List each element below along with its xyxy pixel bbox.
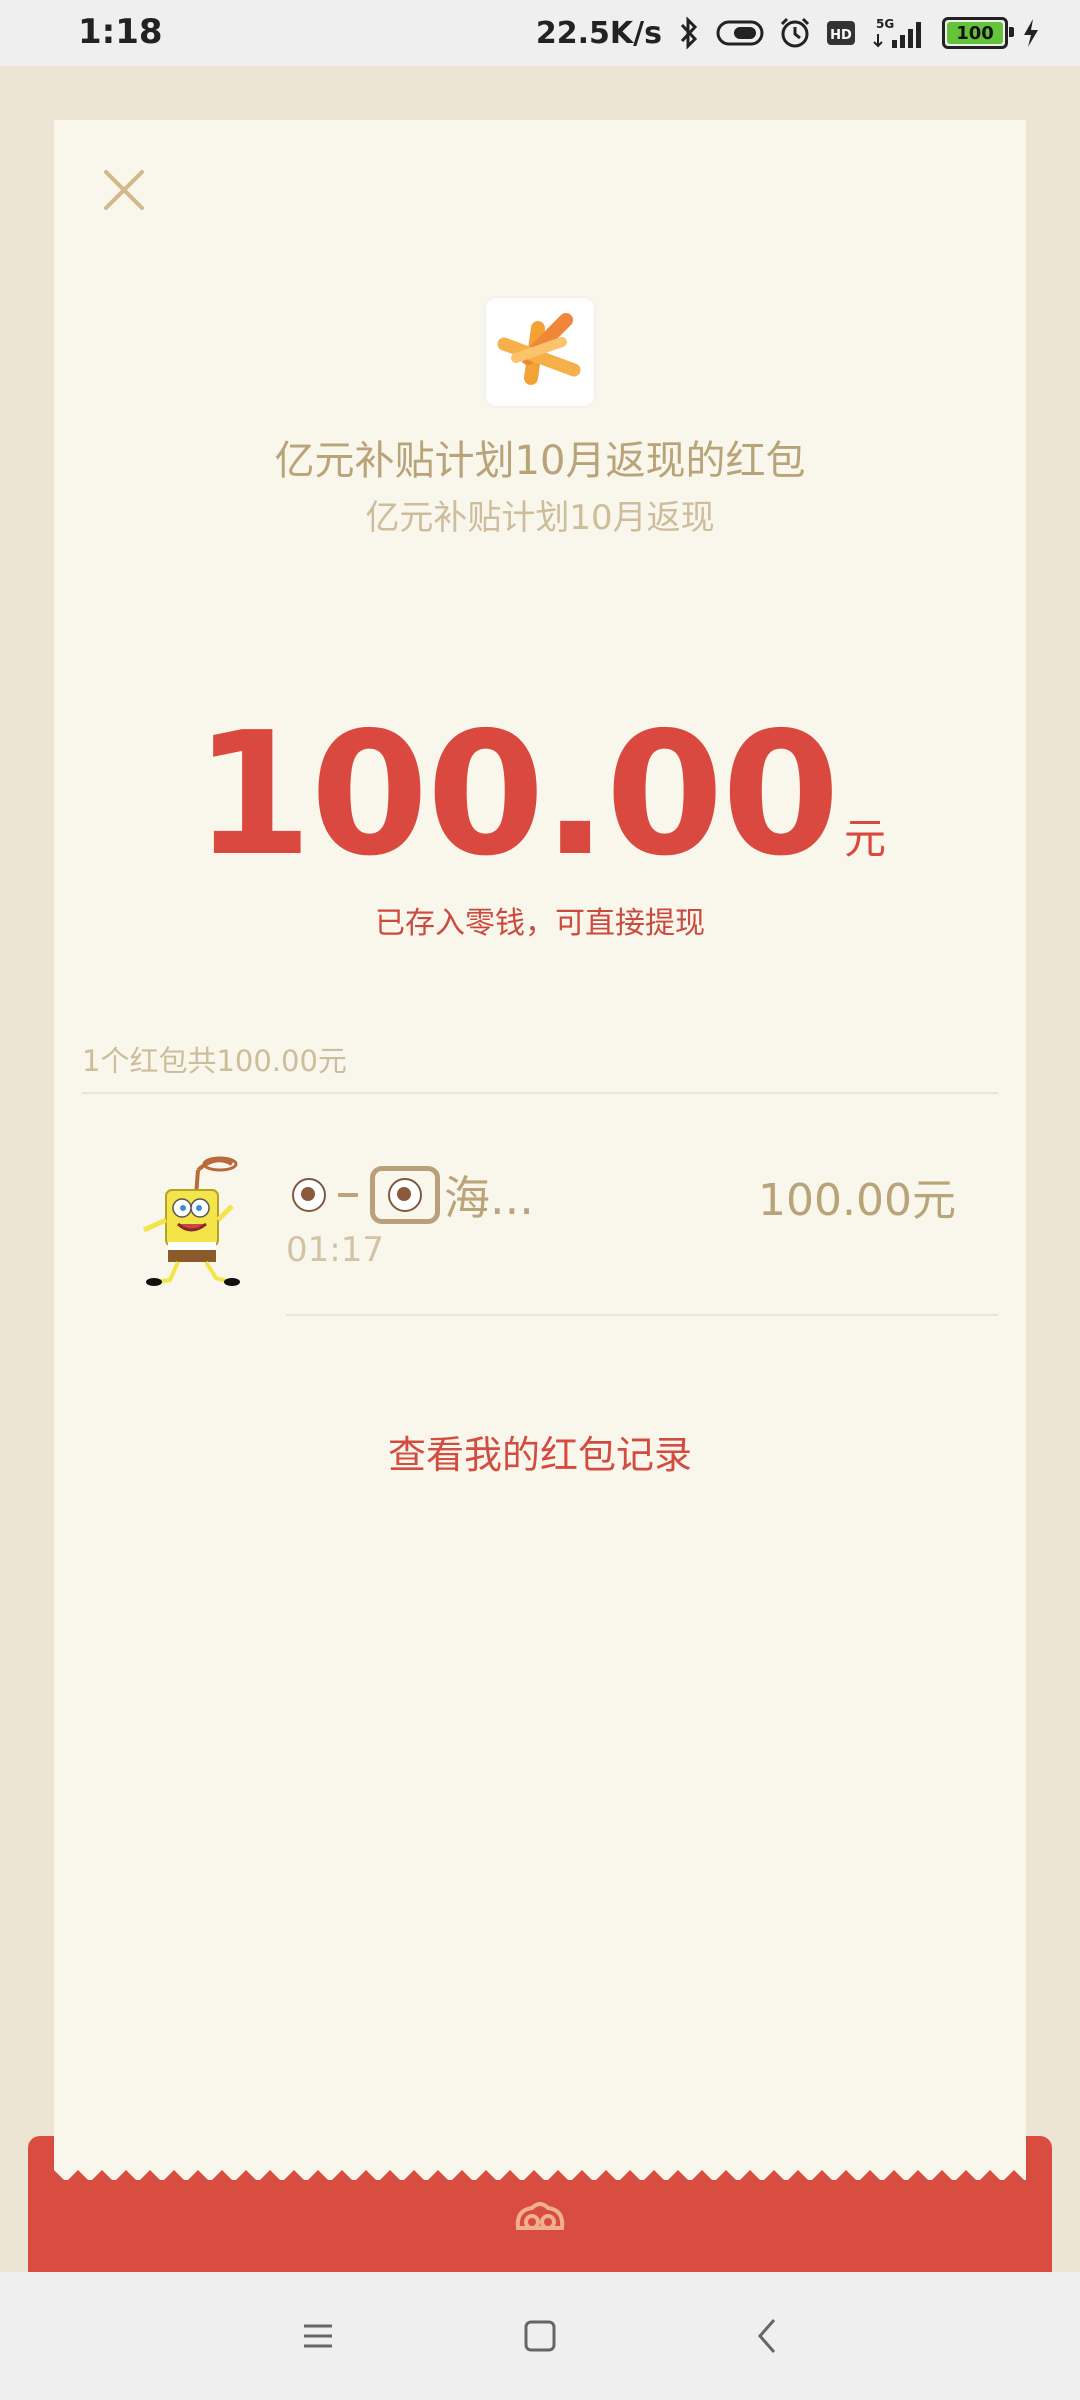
view-records-link[interactable]: 查看我的红包记录	[54, 1424, 1026, 1479]
network-speed: 22.5K/s	[535, 15, 662, 51]
envelope-cloud-icon	[510, 2198, 570, 2238]
packet-summary: 1个红包共100.00元	[82, 1044, 347, 1078]
back-icon[interactable]	[746, 2314, 790, 2358]
dash-icon	[338, 1193, 358, 1197]
packet-title: 亿元补贴计划10月返现的红包	[274, 438, 806, 484]
amount-note: 已存入零钱，可直接提现	[375, 906, 705, 941]
recipient-name: 海...	[286, 1162, 534, 1228]
bluetooth-icon	[676, 16, 702, 50]
signal-icon: 5G	[870, 16, 928, 50]
sender-logo-icon	[486, 298, 594, 406]
paper-zigzag-edge	[54, 2170, 1026, 2194]
menu-icon[interactable]	[296, 2314, 340, 2358]
recipient-time: 01:17	[286, 1230, 384, 1270]
amount-display: 100.00 元	[54, 710, 1026, 880]
recipient-row[interactable]: 海... 01:17 100.00元	[54, 1150, 1026, 1310]
svg-text:5G: 5G	[876, 17, 894, 31]
hd-icon: HD	[826, 19, 856, 47]
amount-value: 100.00	[193, 696, 840, 894]
svg-text:HD: HD	[830, 28, 852, 43]
status-icons: 22.5K/s HD 5G 100	[536, 10, 1040, 56]
charging-icon	[1022, 18, 1040, 48]
divider	[286, 1314, 998, 1316]
divider	[82, 1092, 998, 1094]
amount-unit: 元	[844, 814, 887, 863]
eye-emoji-icon	[292, 1178, 326, 1212]
navigation-bar	[0, 2272, 1080, 2400]
status-bar: 1:18 22.5K/s HD 5G 100	[0, 0, 1080, 66]
eye-emoji-icon	[370, 1166, 440, 1224]
alarm-icon	[778, 16, 812, 50]
battery-level: 100	[956, 22, 994, 44]
recipient-name-text: 海...	[444, 1171, 534, 1225]
status-time: 1:18	[78, 12, 163, 52]
avatar[interactable]	[120, 1150, 260, 1290]
battery-icon: 100	[942, 17, 1014, 49]
close-icon[interactable]	[94, 160, 154, 220]
toggle-icon	[716, 19, 764, 47]
red-packet-detail-card: 亿元补贴计划10月返现的红包 亿元补贴计划10月返现 100.00 元 已存入零钱…	[54, 120, 1026, 2180]
packet-subtitle: 亿元补贴计划10月返现	[365, 498, 715, 538]
recipient-amount: 100.00元	[758, 1175, 956, 1226]
home-icon[interactable]	[518, 2314, 562, 2358]
